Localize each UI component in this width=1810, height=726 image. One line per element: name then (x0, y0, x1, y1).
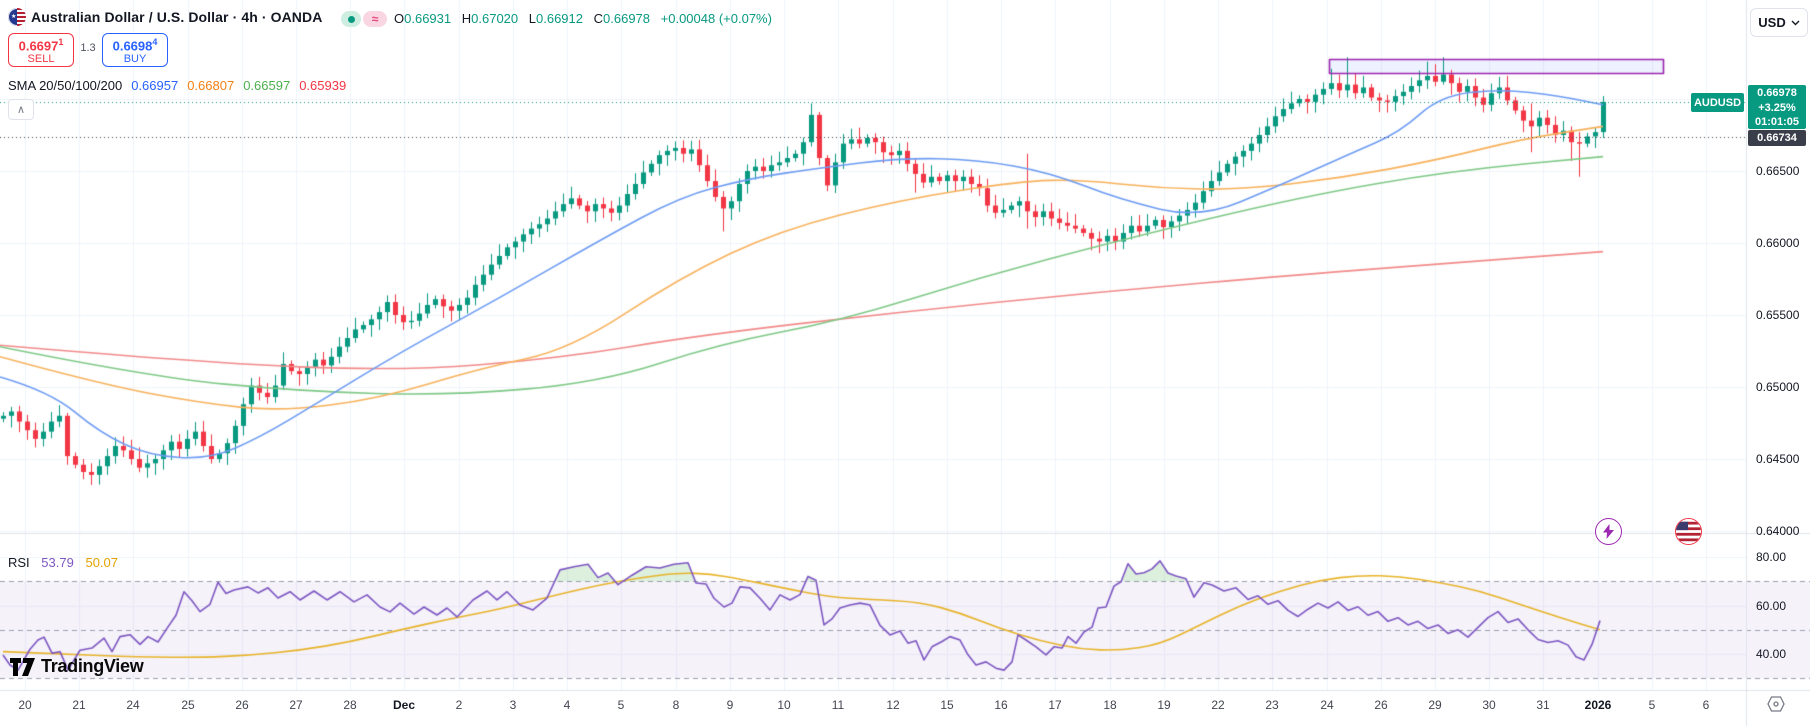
last-price: 0.66978 (1757, 87, 1797, 99)
symbol-price-tag: AUDUSD (1691, 93, 1744, 112)
sma-legend-name: SMA 20/50/100/200 (8, 78, 123, 93)
time-axis-label: 28 (343, 698, 357, 712)
time-axis-label: 27 (289, 698, 303, 712)
buy-button[interactable]: 0.66984 BUY (102, 33, 168, 67)
price-axis-label: 0.66000 (1756, 236, 1800, 250)
rsi-value: 53.79 (41, 555, 74, 570)
market-open-dot-icon (347, 15, 355, 23)
time-axis-label: 22 (1211, 698, 1225, 712)
time-axis-label: 21 (72, 698, 86, 712)
spread-value: 1.3 (80, 42, 96, 54)
rsi-axis-label: 40.00 (1756, 647, 1787, 662)
time-axis-label: Dec (392, 698, 416, 712)
symbol-title[interactable]: Australian Dollar / U.S. Dollar · 4h · O… (31, 9, 322, 25)
time-axis-label: 26 (1374, 698, 1388, 712)
countdown-price-label: 0.66978 +3.25% 01:01:05 (1748, 85, 1806, 129)
axis-settings-icon[interactable] (1767, 696, 1785, 717)
time-axis-label: 19 (1157, 698, 1171, 712)
time-axis-label: 11 (831, 698, 845, 712)
rsi-legend[interactable]: RSI 53.79 50.07 (8, 555, 118, 570)
time-axis-label: 26 (235, 698, 249, 712)
tradingview-logo-icon (10, 657, 35, 676)
sma-value: 0.65939 (299, 78, 347, 93)
rsi-axis-label: 80.00 (1756, 550, 1787, 564)
tradingview-watermark[interactable]: TradingView (10, 656, 144, 677)
time-axis-label: 8 (672, 698, 680, 712)
time-axis-label: 23 (1265, 698, 1279, 712)
time-axis-label: 18 (1103, 698, 1117, 712)
rsi-axis-label: 60.00 (1756, 598, 1787, 613)
sell-button[interactable]: 0.66971 SELL (8, 33, 74, 67)
time-axis-label: 10 (777, 698, 791, 712)
time-axis-label: 9 (726, 698, 734, 712)
time-axis-label: 2026 (1584, 698, 1612, 712)
price-axis-label: 0.65000 (1756, 380, 1800, 394)
bar-countdown: 01:01:05 (1754, 116, 1800, 128)
open-value: 0.66931 (404, 11, 452, 26)
chart-canvas[interactable] (0, 0, 1810, 726)
chevron-down-icon (1791, 20, 1800, 26)
time-axis-label: 20 (18, 698, 32, 712)
high-value: 0.67020 (471, 11, 519, 26)
time-axis-label: 24 (1320, 698, 1334, 712)
close-value: 0.66978 (603, 11, 651, 26)
sma-value: 0.66807 (187, 78, 235, 93)
time-axis-label: 24 (126, 698, 140, 712)
time-axis-label: 25 (181, 698, 195, 712)
change-value: +0.00048 (+0.07%) (660, 11, 772, 26)
rsi-ma-value: 50.07 (85, 555, 119, 570)
time-axis-label: 5 (617, 698, 625, 712)
symbol-flag-icon: ★ (8, 8, 26, 26)
sma-value: 0.66597 (243, 78, 291, 93)
delayed-data-icon[interactable]: ≈ (363, 11, 387, 27)
currency-dropdown[interactable]: USD (1750, 8, 1808, 37)
time-axis-label: 29 (1428, 698, 1442, 712)
events-lightning-icon[interactable] (1595, 518, 1622, 545)
us-economic-event-icon[interactable] (1675, 518, 1702, 545)
time-axis-label: 4 (563, 698, 571, 712)
time-axis-label: 31 (1536, 698, 1550, 712)
rsi-legend-name: RSI (8, 555, 30, 570)
time-axis-label: 16 (994, 698, 1008, 712)
change-percent: +3.25% (1758, 101, 1796, 114)
sma-value: 0.66957 (131, 78, 179, 93)
prev-close-price-tag: 0.66734 (1748, 130, 1806, 146)
time-axis-label: 6 (1702, 698, 1710, 712)
low-value: 0.66912 (536, 11, 583, 26)
price-axis-label: 0.64000 (1756, 524, 1800, 538)
ohlc-readout: O0.66931 H0.67020 L0.66912 C0.66978 +0.0… (394, 11, 772, 26)
time-axis-label: 17 (1048, 698, 1062, 712)
time-axis-label: 2 (455, 698, 463, 712)
time-axis-label: 30 (1482, 698, 1496, 712)
time-axis-label: 12 (886, 698, 900, 712)
time-axis-label: 15 (940, 698, 954, 712)
collapse-pane-button[interactable]: ∧ (8, 99, 34, 120)
time-axis-label: 3 (509, 698, 517, 712)
price-axis-label: 0.65500 (1756, 308, 1800, 322)
market-status-icon[interactable] (341, 11, 361, 27)
price-axis-label: 0.64500 (1756, 452, 1800, 466)
time-axis-label: 5 (1648, 698, 1656, 712)
sma-legend[interactable]: SMA 20/50/100/200 0.66957 0.66807 0.66597 0.… (8, 78, 346, 93)
price-axis-label: 0.66500 (1756, 164, 1800, 178)
